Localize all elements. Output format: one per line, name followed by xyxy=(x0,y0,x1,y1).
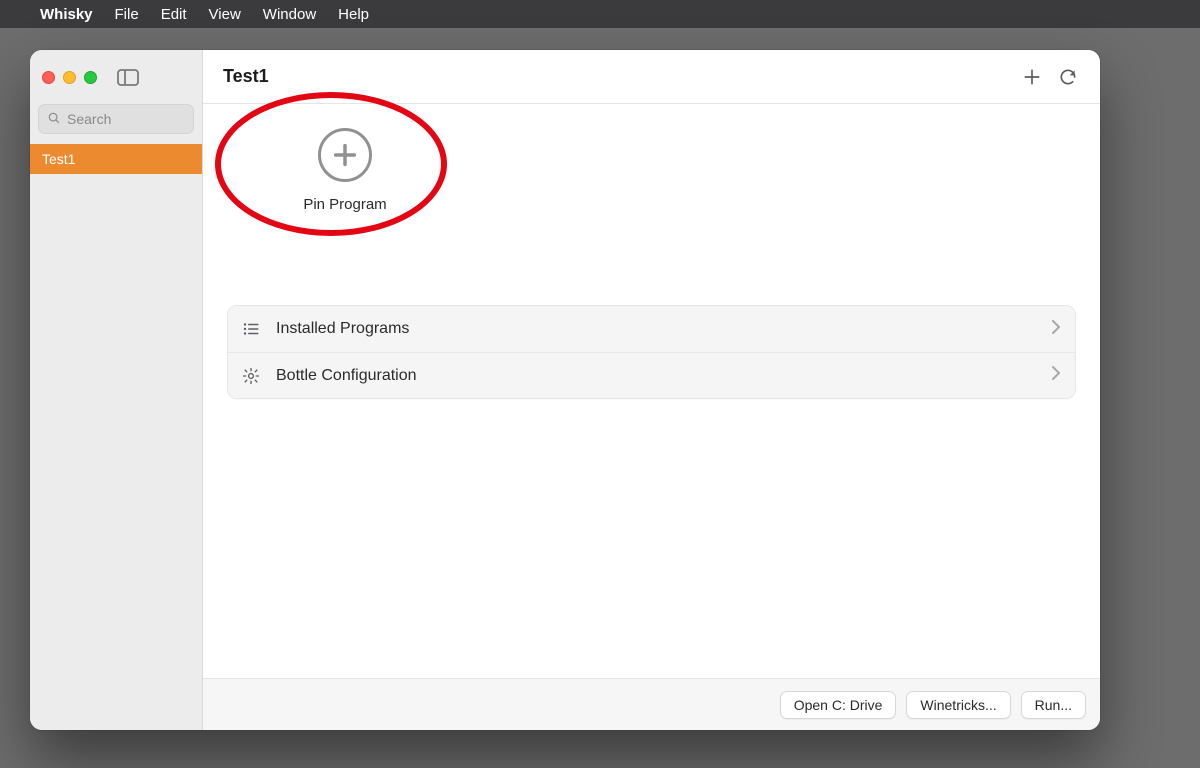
traffic-lights xyxy=(42,71,97,84)
plus-circle-icon xyxy=(318,128,372,182)
footer-toolbar: Open C: Drive Winetricks... Run... xyxy=(203,678,1100,730)
row-installed-programs[interactable]: Installed Programs xyxy=(228,306,1075,352)
sidebar-toggle-icon[interactable] xyxy=(117,69,139,86)
close-window-button[interactable] xyxy=(42,71,55,84)
sidebar: Test1 xyxy=(30,50,203,730)
sidebar-item-label: Test1 xyxy=(42,151,75,167)
chevron-right-icon xyxy=(1052,320,1061,339)
menubar-item-window[interactable]: Window xyxy=(263,6,316,23)
run-button[interactable]: Run... xyxy=(1021,691,1086,719)
chevron-right-icon xyxy=(1052,366,1061,385)
content-area: Pin Program Installed Programs xyxy=(203,104,1100,678)
pin-program-label: Pin Program xyxy=(303,196,386,213)
menubar-item-help[interactable]: Help xyxy=(338,6,369,23)
row-label: Bottle Configuration xyxy=(276,367,1038,385)
macos-menubar: Whisky File Edit View Window Help xyxy=(0,0,1200,28)
titlebar-left xyxy=(30,50,202,104)
add-button[interactable] xyxy=(1020,65,1044,89)
menubar-item-file[interactable]: File xyxy=(115,6,139,23)
open-c-drive-button[interactable]: Open C: Drive xyxy=(780,691,897,719)
winetricks-button[interactable]: Winetricks... xyxy=(906,691,1010,719)
settings-list: Installed Programs Bottle Configuration xyxy=(227,305,1076,399)
titlebar: Test1 xyxy=(203,50,1100,104)
fullscreen-window-button[interactable] xyxy=(84,71,97,84)
row-bottle-configuration[interactable]: Bottle Configuration xyxy=(228,352,1075,398)
main-pane: Test1 Pin Program xyxy=(203,50,1100,730)
search-icon xyxy=(47,111,61,128)
minimize-window-button[interactable] xyxy=(63,71,76,84)
row-label: Installed Programs xyxy=(276,320,1038,338)
list-icon xyxy=(242,320,262,338)
sidebar-list: Test1 xyxy=(30,144,202,174)
menubar-item-view[interactable]: View xyxy=(209,6,241,23)
search-input[interactable] xyxy=(67,111,185,127)
menubar-app-name[interactable]: Whisky xyxy=(40,6,93,23)
pin-program-button[interactable]: Pin Program xyxy=(245,128,445,213)
page-title: Test1 xyxy=(223,66,1008,87)
search-field[interactable] xyxy=(38,104,194,134)
gear-icon xyxy=(242,367,262,385)
sidebar-item-test1[interactable]: Test1 xyxy=(30,144,202,174)
refresh-button[interactable] xyxy=(1056,65,1080,89)
app-window: Test1 Test1 xyxy=(30,50,1100,730)
menubar-item-edit[interactable]: Edit xyxy=(161,6,187,23)
